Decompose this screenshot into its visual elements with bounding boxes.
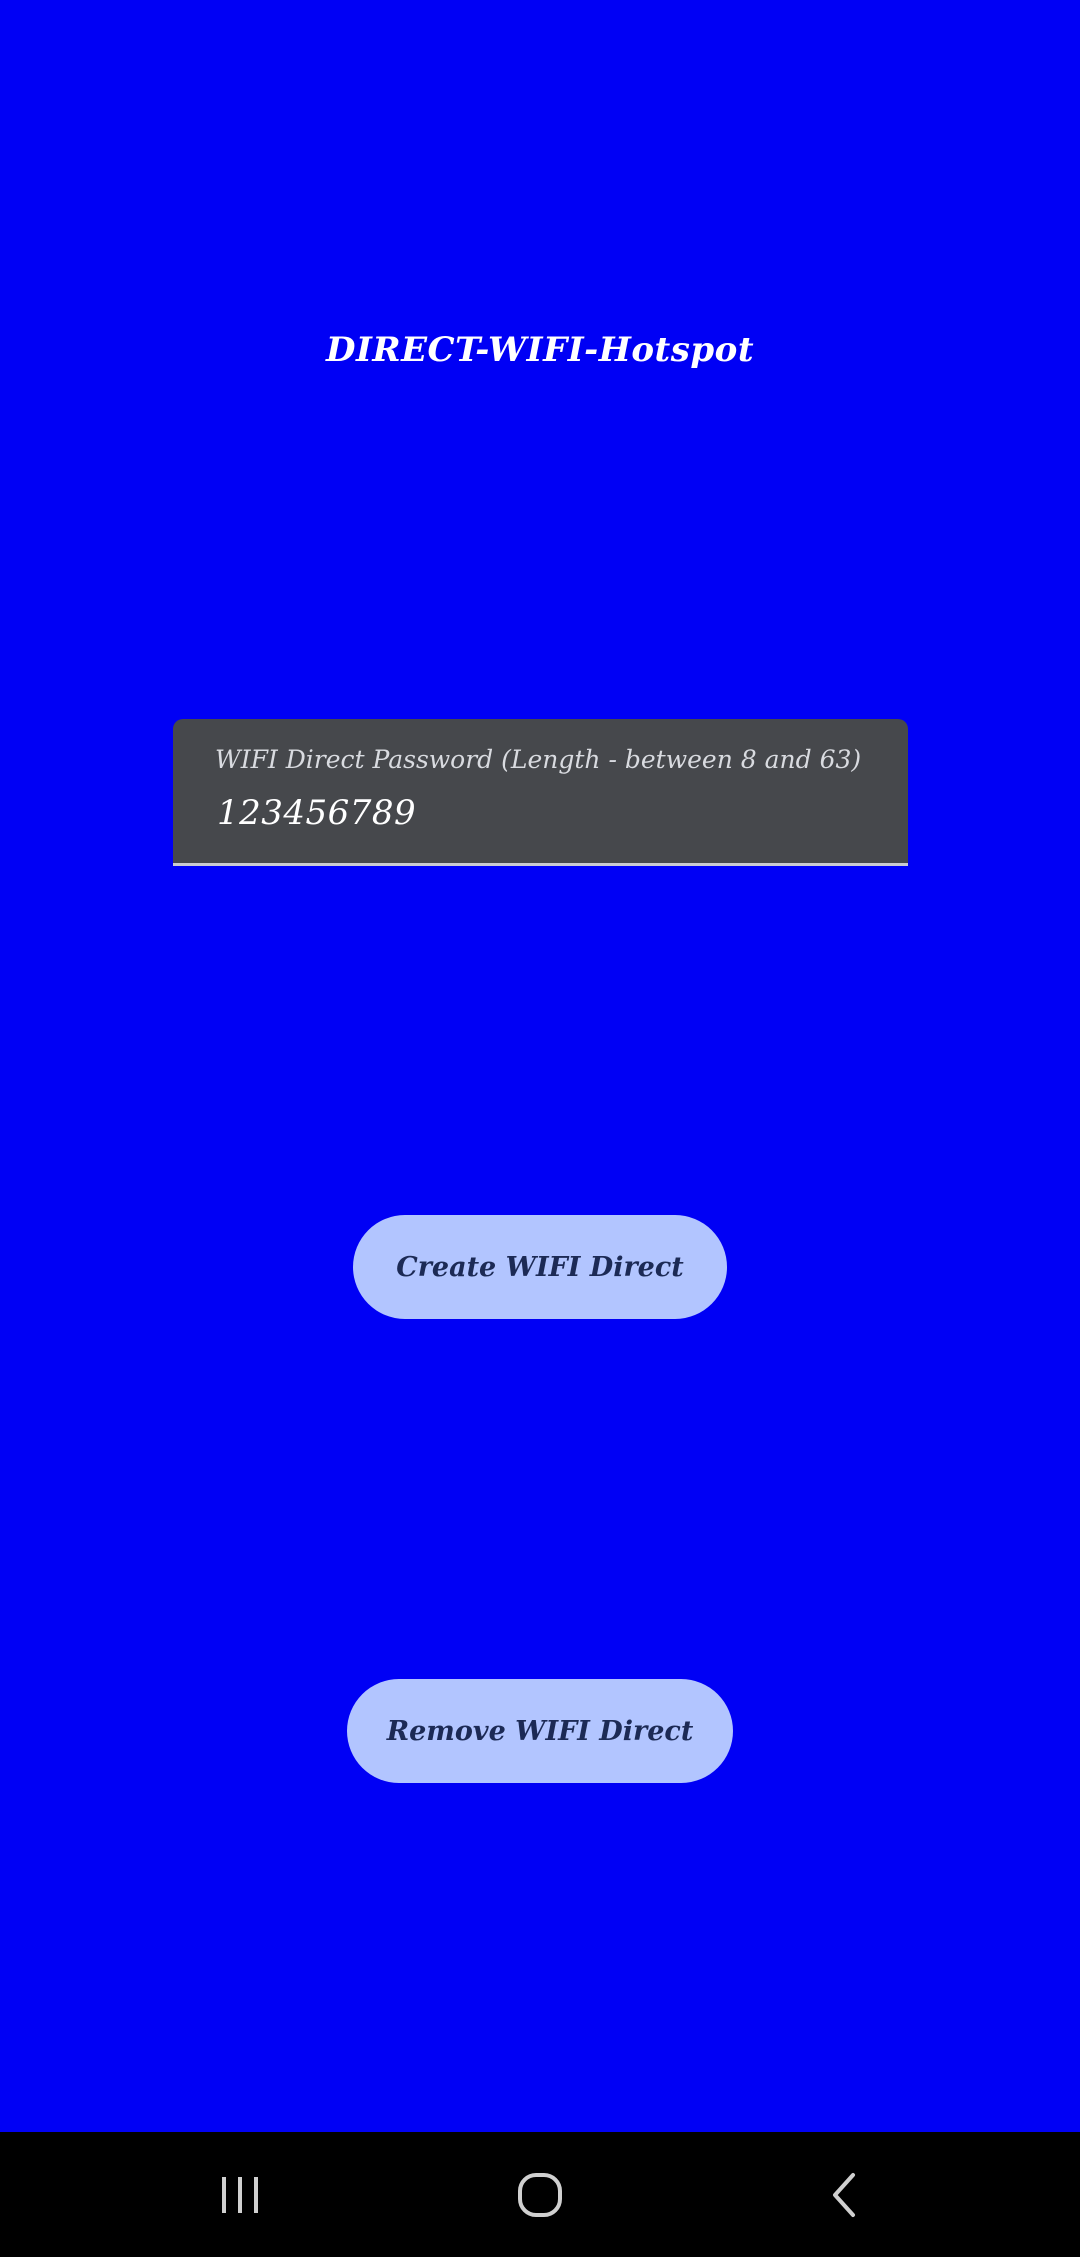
recents-icon [222,2176,258,2213]
remove-wifi-direct-button[interactable]: Remove WIFI Direct [347,1679,733,1783]
password-field[interactable]: WIFI Direct Password (Length - between 8… [173,719,908,866]
recents-button[interactable] [160,2132,320,2257]
password-field-label: WIFI Direct Password (Length - between 8… [215,745,862,774]
system-nav-bar [0,2132,1080,2257]
app-title: DIRECT-WIFI-Hotspot [325,330,755,370]
back-button[interactable] [765,2132,925,2257]
home-icon [518,2172,562,2217]
app-screen: DIRECT-WIFI-Hotspot WIFI Direct Password… [0,0,1080,2257]
back-icon [833,2172,855,2217]
home-button[interactable] [460,2132,620,2257]
password-input[interactable]: 123456789 [217,793,416,833]
create-wifi-direct-button[interactable]: Create WIFI Direct [353,1215,727,1319]
